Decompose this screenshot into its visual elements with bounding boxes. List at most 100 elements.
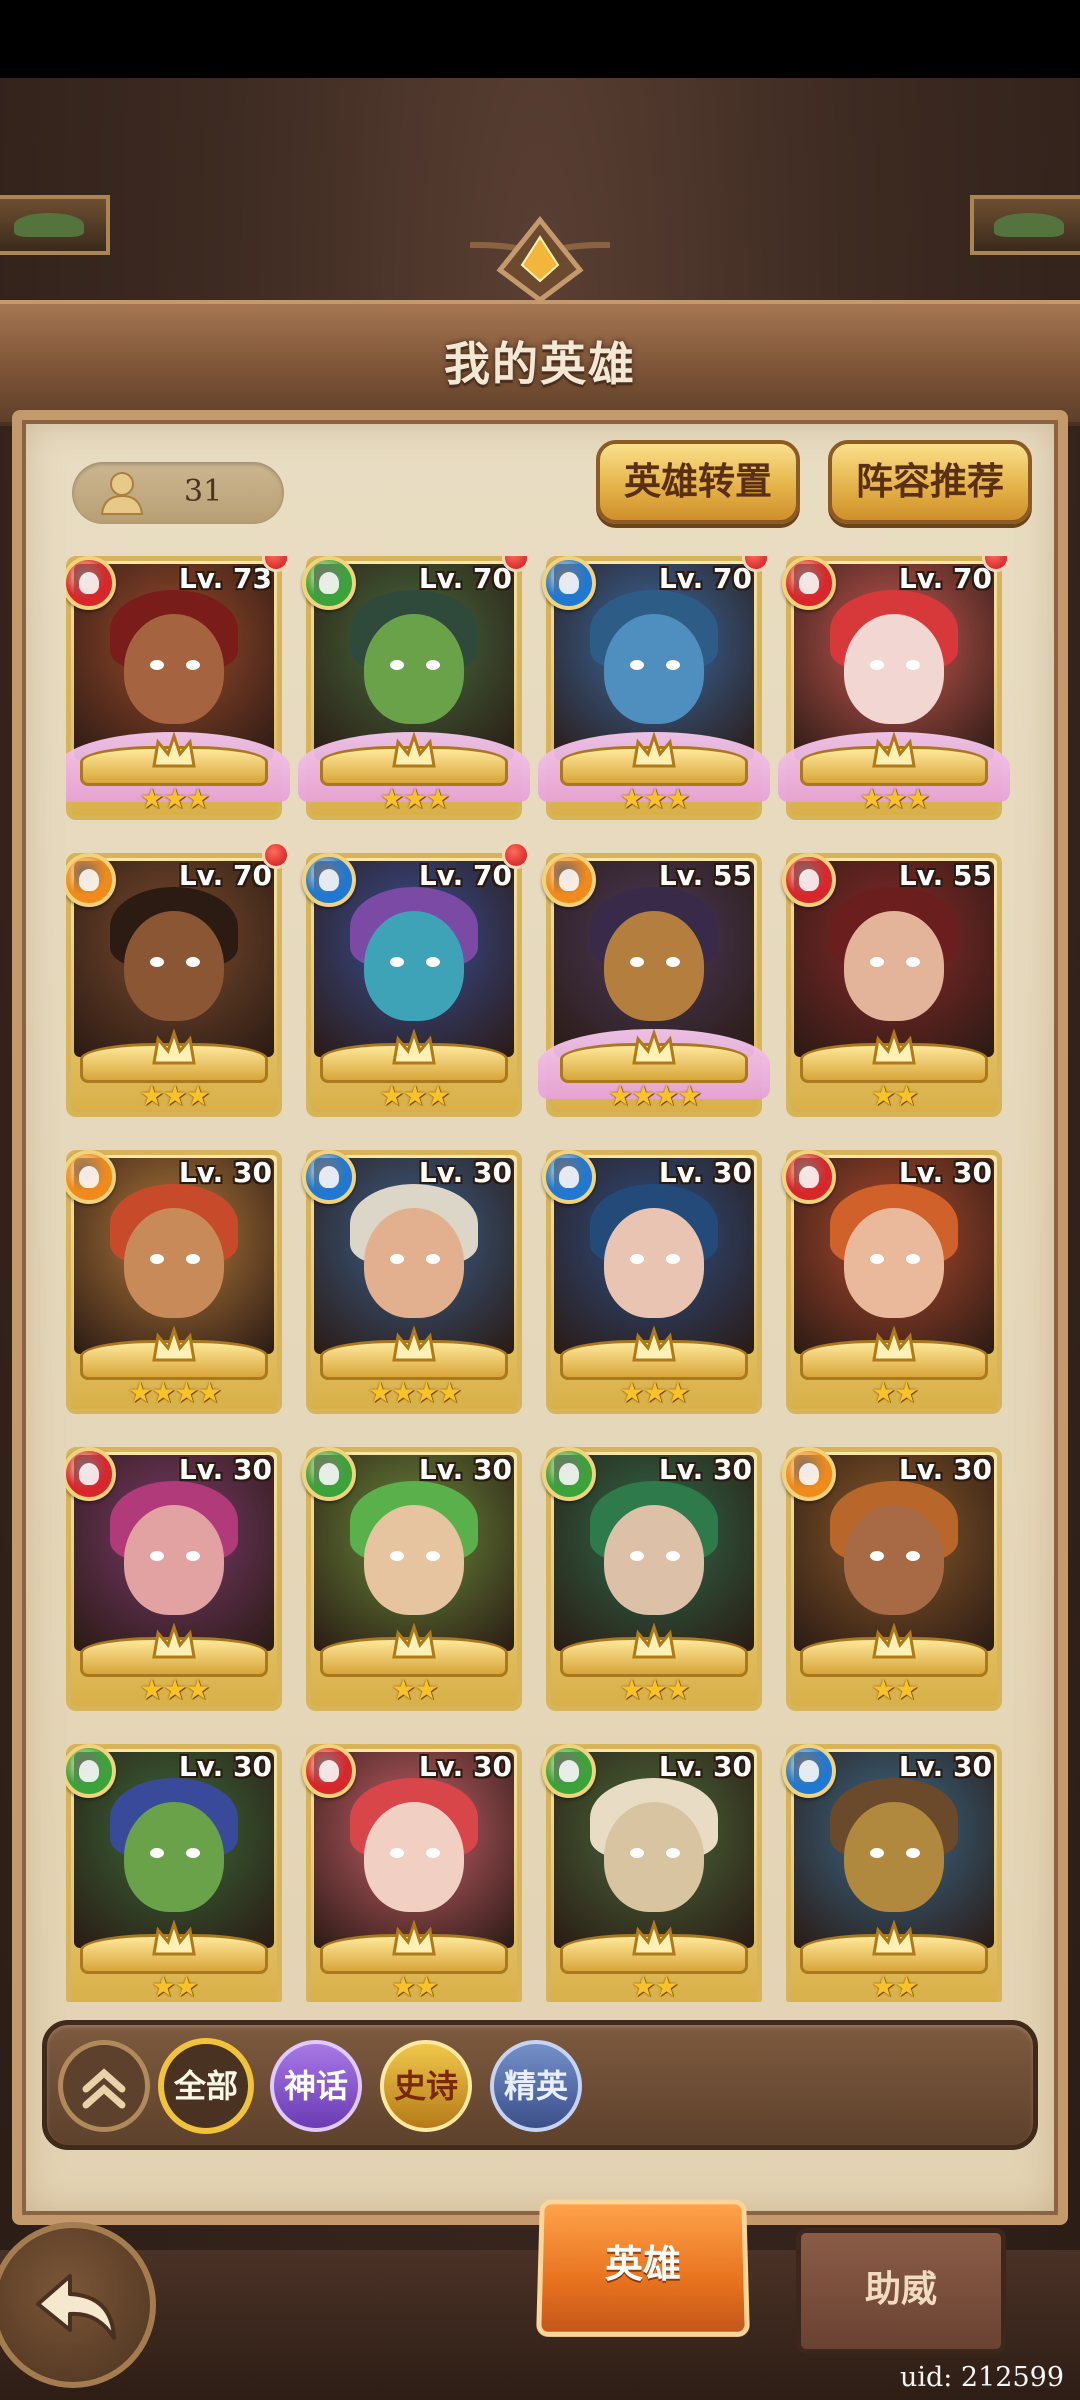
hero-eye xyxy=(630,1254,644,1264)
hero-card[interactable]: ★★★ Lv. 30 xyxy=(546,1447,762,1711)
filter-epic-button[interactable]: 史诗 xyxy=(380,2040,472,2132)
star-rating: ★★ xyxy=(546,1970,762,2002)
hero-card[interactable]: ★★★ Lv. 30 xyxy=(66,1447,282,1711)
collapse-chevron-icon[interactable] xyxy=(58,2040,150,2132)
hero-eye xyxy=(906,957,920,967)
user-id-label: uid: 212599 xyxy=(900,2362,1064,2393)
hero-card[interactable]: ★★★★ Lv. 30 xyxy=(306,1150,522,1414)
hero-eye xyxy=(150,1551,164,1561)
element-glyph xyxy=(319,1463,339,1485)
hero-level: Lv. 30 xyxy=(179,1156,272,1189)
hero-eye xyxy=(186,1254,200,1264)
hero-count-badge: 31 xyxy=(72,462,284,524)
rank-crown-icon xyxy=(630,1623,678,1661)
star-rating: ★★ xyxy=(66,1970,282,2002)
star-rating: ★★★ xyxy=(546,1376,762,1410)
element-glyph xyxy=(79,1760,99,1782)
nature-element-icon xyxy=(302,1447,356,1501)
hero-face xyxy=(124,1208,224,1318)
hero-card[interactable]: ★★★ Lv. 70 xyxy=(786,556,1002,820)
hero-eye xyxy=(150,660,164,670)
star-rating: ★★★★ xyxy=(66,1376,282,1410)
hero-level: Lv. 55 xyxy=(659,859,752,892)
hero-card[interactable]: ★★ Lv. 30 xyxy=(306,1447,522,1711)
hero-eye xyxy=(390,1551,404,1561)
hero-card[interactable]: ★★★ Lv. 70 xyxy=(546,556,762,820)
hero-card[interactable]: ★★ Lv. 30 xyxy=(786,1447,1002,1711)
element-glyph xyxy=(799,869,819,891)
hero-transfer-button[interactable]: 英雄转置 xyxy=(596,440,800,524)
filter-mythic-button[interactable]: 神话 xyxy=(270,2040,362,2132)
hero-grid: ★★★ Lv. 73 ★★★ Lv. 70 ★★★ Lv. 70 ★★★ Lv. 70 ★★★ L… xyxy=(66,556,1026,2002)
hero-eye xyxy=(426,957,440,967)
hero-card[interactable]: ★★★ Lv. 70 xyxy=(306,556,522,820)
element-glyph xyxy=(79,869,99,891)
double-chevron-up-icon xyxy=(74,2057,134,2117)
hero-level: Lv. 70 xyxy=(899,562,992,595)
filter-all-button[interactable]: 全部 xyxy=(158,2038,254,2134)
element-glyph xyxy=(319,1760,339,1782)
element-glyph xyxy=(799,572,819,594)
hero-eye xyxy=(870,1254,884,1264)
star-rating: ★★★ xyxy=(546,1673,762,1707)
hero-card[interactable]: ★★ Lv. 30 xyxy=(66,1744,282,2002)
hero-eye xyxy=(906,1551,920,1561)
hero-face xyxy=(604,614,704,724)
hero-eye xyxy=(630,660,644,670)
hero-card[interactable]: ★★ Lv. 30 xyxy=(786,1744,1002,2002)
star-rating: ★★★★ xyxy=(546,1079,762,1113)
hero-level: Lv. 30 xyxy=(899,1453,992,1486)
hero-face xyxy=(844,1208,944,1318)
element-glyph xyxy=(799,1760,819,1782)
hero-card[interactable]: ★★★ Lv. 73 xyxy=(66,556,282,820)
hero-card[interactable]: ★★ Lv. 30 xyxy=(306,1744,522,2002)
hero-face xyxy=(124,614,224,724)
water-element-icon xyxy=(542,1150,596,1204)
rank-crown-icon xyxy=(390,1326,438,1364)
hero-card[interactable]: ★★ Lv. 30 xyxy=(546,1744,762,2002)
element-glyph xyxy=(559,1463,579,1485)
hero-eye xyxy=(630,1551,644,1561)
hero-level: Lv. 70 xyxy=(419,562,512,595)
hero-level: Lv. 30 xyxy=(179,1750,272,1783)
hero-eye xyxy=(186,1551,200,1561)
hero-count: 31 xyxy=(184,474,222,509)
status-bar xyxy=(0,0,1080,78)
hero-card[interactable]: ★★ Lv. 55 xyxy=(786,853,1002,1117)
fire-element-icon xyxy=(302,1744,356,1798)
hero-card[interactable]: ★★★★ Lv. 30 xyxy=(66,1150,282,1414)
fire-element-icon xyxy=(782,853,836,907)
water-element-icon xyxy=(782,1744,836,1798)
hero-card[interactable]: ★★★ Lv. 70 xyxy=(306,853,522,1117)
element-glyph xyxy=(559,572,579,594)
hero-card[interactable]: ★★★ Lv. 70 xyxy=(66,853,282,1117)
lineup-recommend-button[interactable]: 阵容推荐 xyxy=(828,440,1032,524)
tab-cheer[interactable]: 助威 xyxy=(796,2228,1006,2354)
rank-crown-icon xyxy=(390,1029,438,1067)
hero-eye xyxy=(426,1551,440,1561)
hero-eye xyxy=(870,1551,884,1561)
tab-hero[interactable]: 英雄 xyxy=(536,2200,750,2337)
hero-eye xyxy=(186,1848,200,1858)
star-rating: ★★★ xyxy=(546,782,762,816)
rank-crown-icon xyxy=(870,1029,918,1067)
hero-card[interactable]: ★★ Lv. 30 xyxy=(786,1150,1002,1414)
fire-element-icon xyxy=(782,1150,836,1204)
rank-crown-icon xyxy=(870,1920,918,1958)
water-element-icon xyxy=(542,556,596,610)
page-title: 我的英雄 xyxy=(0,328,1080,394)
hero-face xyxy=(844,1505,944,1615)
hero-eye xyxy=(426,1254,440,1264)
hero-eye xyxy=(666,1254,680,1264)
hero-eye xyxy=(906,1848,920,1858)
water-element-icon xyxy=(302,1150,356,1204)
hero-card[interactable]: ★★★★ Lv. 55 xyxy=(546,853,762,1117)
element-glyph xyxy=(319,1166,339,1188)
hero-level: Lv. 70 xyxy=(659,562,752,595)
element-glyph xyxy=(319,572,339,594)
filter-elite-button[interactable]: 精英 xyxy=(490,2040,582,2132)
rank-crown-icon xyxy=(390,1920,438,1958)
hero-face xyxy=(604,1802,704,1912)
hero-card[interactable]: ★★★ Lv. 30 xyxy=(546,1150,762,1414)
hero-eye xyxy=(150,957,164,967)
